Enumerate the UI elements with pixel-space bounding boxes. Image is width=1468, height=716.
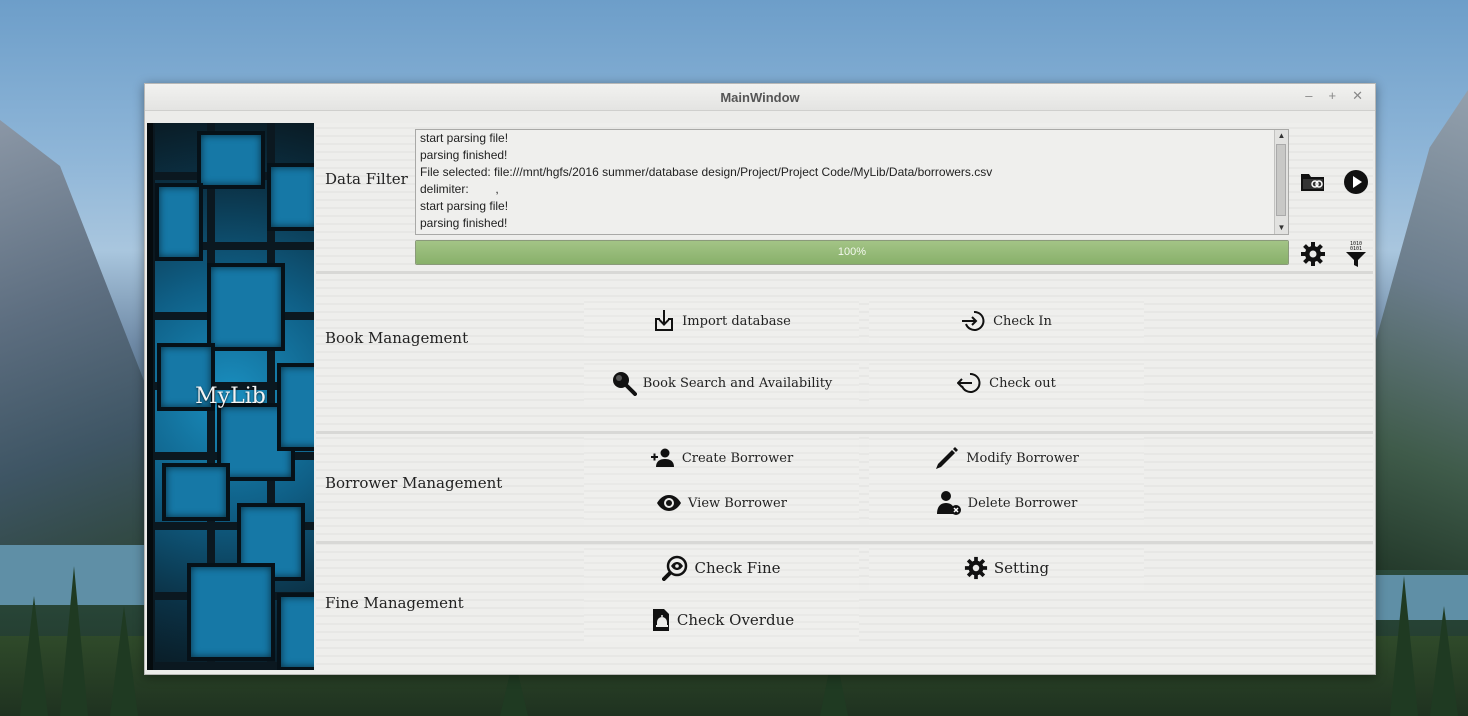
data-filter-section: Data Filter start parsing file! parsing … bbox=[316, 123, 1373, 271]
check-fine-button[interactable]: Check Fine bbox=[584, 546, 859, 590]
maximize-button[interactable]: + bbox=[1329, 88, 1337, 104]
title-bar[interactable]: MainWindow – + ✕ bbox=[145, 84, 1375, 111]
check-overdue-button[interactable]: Check Overdue bbox=[584, 598, 859, 642]
desktop-mountain-right bbox=[1372, 90, 1468, 570]
folder-link-icon[interactable] bbox=[1300, 169, 1326, 195]
binary-filter-icon[interactable]: 1010 0101 bbox=[1343, 241, 1369, 267]
import-icon bbox=[655, 310, 674, 331]
log-line: parsing finished! bbox=[420, 216, 508, 230]
desktop-mountain-left bbox=[0, 120, 150, 580]
gear-icon[interactable] bbox=[1300, 241, 1326, 267]
borrower-management-label: Borrower Management bbox=[325, 474, 503, 492]
data-filter-label: Data Filter bbox=[325, 170, 408, 188]
search-eye-icon bbox=[662, 555, 688, 581]
gear-icon bbox=[964, 556, 987, 580]
log-line: parsing finished! bbox=[420, 148, 508, 162]
window-controls: – + ✕ bbox=[1305, 88, 1363, 104]
overdue-alarm-icon bbox=[652, 609, 669, 631]
delete-borrower-button[interactable]: Delete Borrower bbox=[869, 481, 1144, 525]
check-fine-label: Check Fine bbox=[694, 559, 781, 577]
view-borrower-label: View Borrower bbox=[688, 495, 787, 511]
book-management-section: Book Management Import database Check In… bbox=[316, 274, 1373, 431]
scroll-down-icon[interactable]: ▼ bbox=[1275, 222, 1288, 234]
fine-management-section: Fine Management Check Fine Setting Check… bbox=[316, 544, 1373, 671]
fine-management-label: Fine Management bbox=[325, 594, 464, 612]
log-line: start parsing file! bbox=[420, 131, 509, 145]
log-line: delimiter: , bbox=[420, 182, 499, 196]
log-line: start parsing file! bbox=[420, 199, 509, 213]
log-line: File selected: file:///mnt/hgfs/2016 sum… bbox=[420, 165, 993, 179]
create-borrower-label: Create Borrower bbox=[681, 450, 794, 466]
book-management-label: Book Management bbox=[325, 329, 469, 347]
eye-icon bbox=[657, 495, 682, 511]
play-icon[interactable] bbox=[1343, 169, 1369, 195]
progress-bar: 100% bbox=[415, 240, 1289, 265]
check-overdue-label: Check Overdue bbox=[676, 611, 795, 629]
close-button[interactable]: ✕ bbox=[1352, 88, 1363, 104]
delete-borrower-label: Delete Borrower bbox=[967, 495, 1078, 511]
main-window: MainWindow – + ✕ MyLib Data Filter start… bbox=[144, 83, 1376, 675]
setting-label: Setting bbox=[993, 559, 1050, 577]
main-content: Data Filter start parsing file! parsing … bbox=[316, 123, 1373, 672]
create-borrower-button[interactable]: Create Borrower bbox=[584, 436, 859, 480]
view-borrower-button[interactable]: View Borrower bbox=[584, 481, 859, 525]
check-in-label: Check In bbox=[993, 313, 1052, 329]
window-title: MainWindow bbox=[720, 89, 800, 105]
login-icon bbox=[962, 310, 985, 331]
book-search-label: Book Search and Availability bbox=[642, 375, 833, 391]
add-user-icon bbox=[650, 448, 674, 467]
app-brand: MyLib bbox=[195, 384, 266, 409]
minimize-button[interactable]: – bbox=[1305, 88, 1312, 104]
setting-button[interactable]: Setting bbox=[869, 546, 1144, 590]
import-database-button[interactable]: Import database bbox=[584, 299, 859, 343]
remove-user-icon bbox=[936, 491, 961, 515]
borrower-management-section: Borrower Management Create Borrower Modi… bbox=[316, 434, 1373, 541]
scroll-thumb[interactable] bbox=[1276, 144, 1286, 216]
pencil-icon bbox=[936, 447, 959, 469]
progress-text: 100% bbox=[837, 246, 867, 258]
svg-text:0101: 0101 bbox=[1350, 246, 1362, 252]
import-database-label: Import database bbox=[682, 313, 791, 329]
modify-borrower-label: Modify Borrower bbox=[966, 450, 1079, 466]
logout-icon bbox=[957, 372, 981, 393]
log-scrollbar[interactable]: ▲ ▼ bbox=[1274, 130, 1288, 234]
book-search-button[interactable]: Book Search and Availability bbox=[584, 361, 859, 405]
modify-borrower-button[interactable]: Modify Borrower bbox=[869, 436, 1144, 480]
scroll-up-icon[interactable]: ▲ bbox=[1275, 130, 1288, 142]
check-in-button[interactable]: Check In bbox=[869, 299, 1144, 343]
search-icon bbox=[612, 372, 637, 396]
log-output[interactable]: start parsing file! parsing finished! Fi… bbox=[415, 129, 1289, 235]
check-out-label: Check out bbox=[989, 375, 1056, 391]
check-out-button[interactable]: Check out bbox=[869, 361, 1144, 405]
sidebar-banner: MyLib bbox=[147, 123, 314, 670]
